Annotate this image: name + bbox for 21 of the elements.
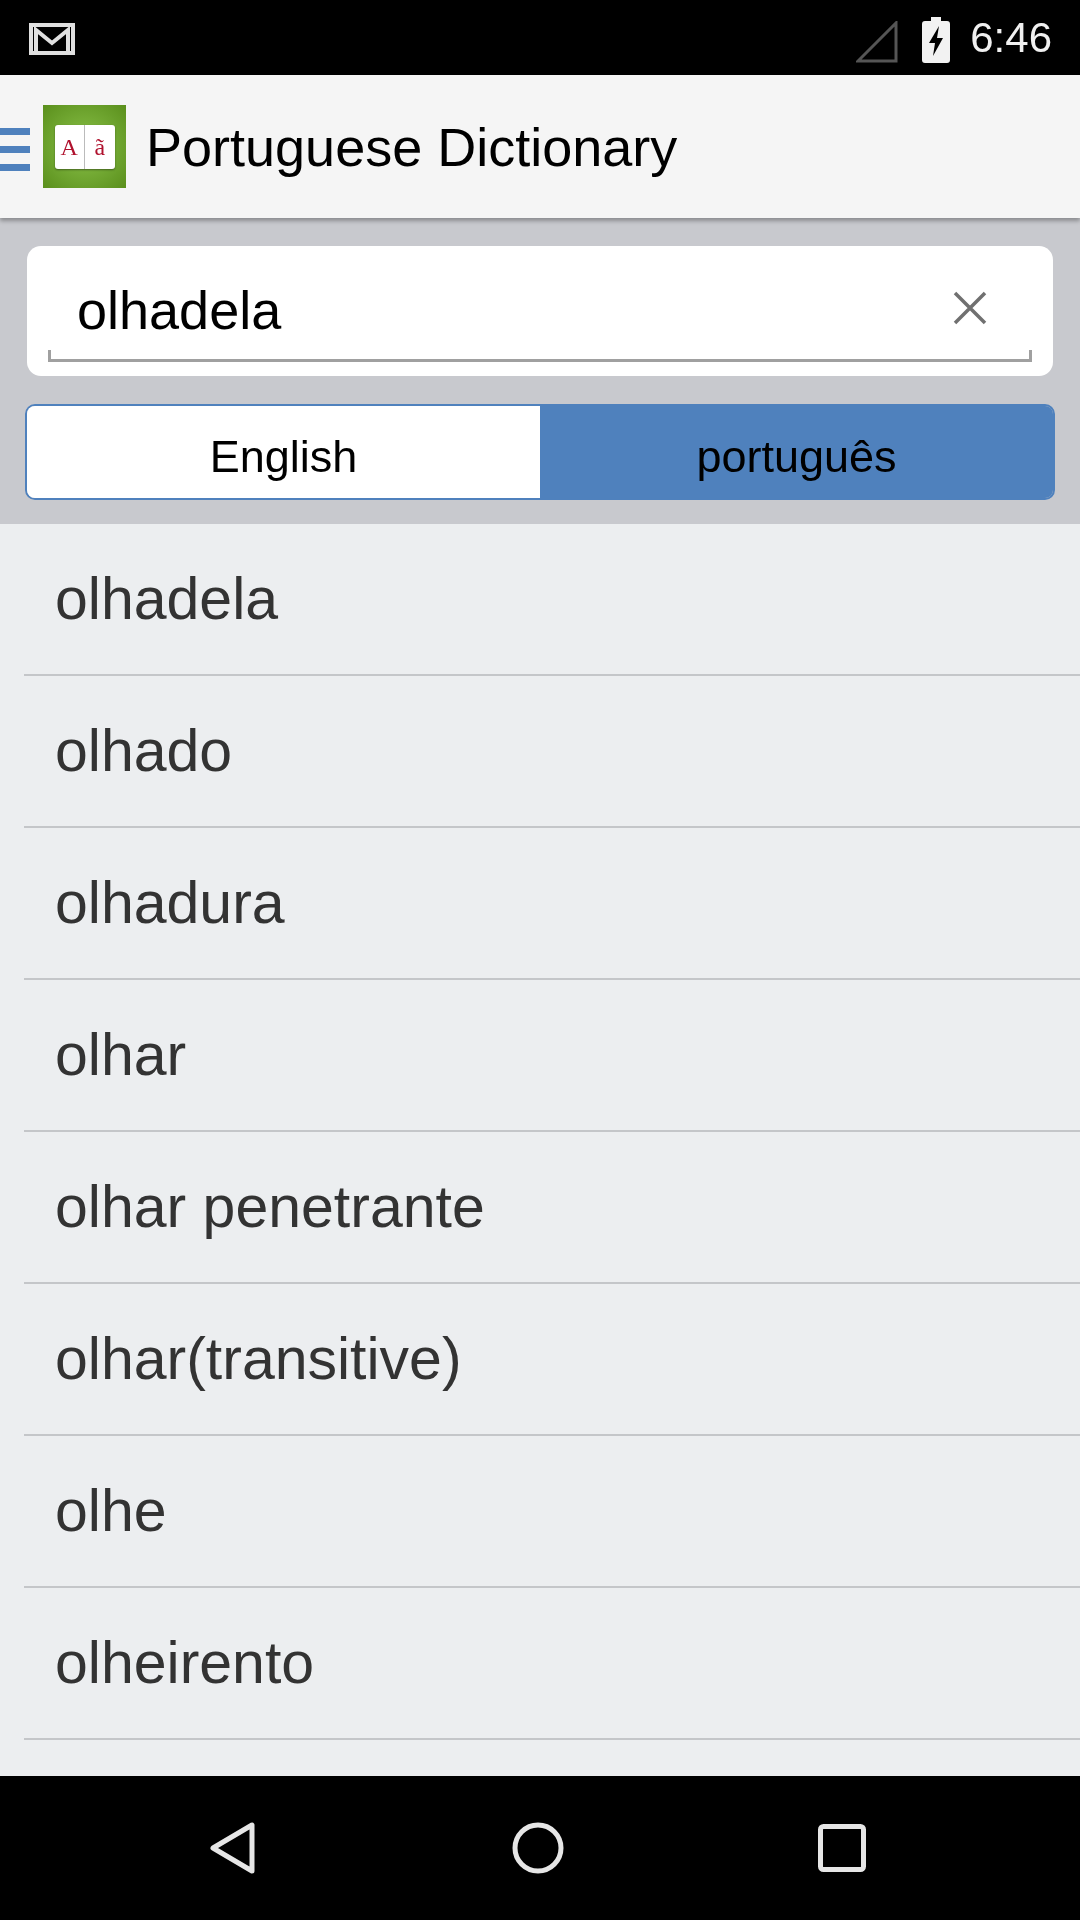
- result-item[interactable]: olheirento: [55, 1633, 315, 1693]
- language-tab[interactable]: português: [540, 406, 1053, 498]
- result-item[interactable]: olhe: [55, 1481, 167, 1541]
- recents-icon[interactable]: [818, 1824, 866, 1872]
- signal-icon: [856, 20, 899, 63]
- home-icon[interactable]: [511, 1822, 564, 1874]
- mail-icon: [28, 21, 76, 56]
- language-tab[interactable]: English: [27, 406, 540, 498]
- result-item[interactable]: olhar(transitive): [55, 1329, 462, 1389]
- menu-icon[interactable]: [0, 127, 30, 171]
- result-item[interactable]: olhar penetrante: [55, 1177, 485, 1237]
- result-item[interactable]: olhado: [55, 721, 233, 781]
- battery-charging-icon: [922, 16, 951, 63]
- logo-letter: ã: [93, 132, 107, 162]
- result-item[interactable]: olhadela: [55, 569, 279, 629]
- logo-letter: A: [54, 124, 85, 169]
- result-item[interactable]: olhar: [55, 1025, 187, 1085]
- status-time: 6:46: [970, 16, 1052, 59]
- result-item[interactable]: olhadura: [55, 873, 285, 933]
- back-icon[interactable]: [209, 1821, 257, 1875]
- clear-icon[interactable]: [953, 290, 987, 325]
